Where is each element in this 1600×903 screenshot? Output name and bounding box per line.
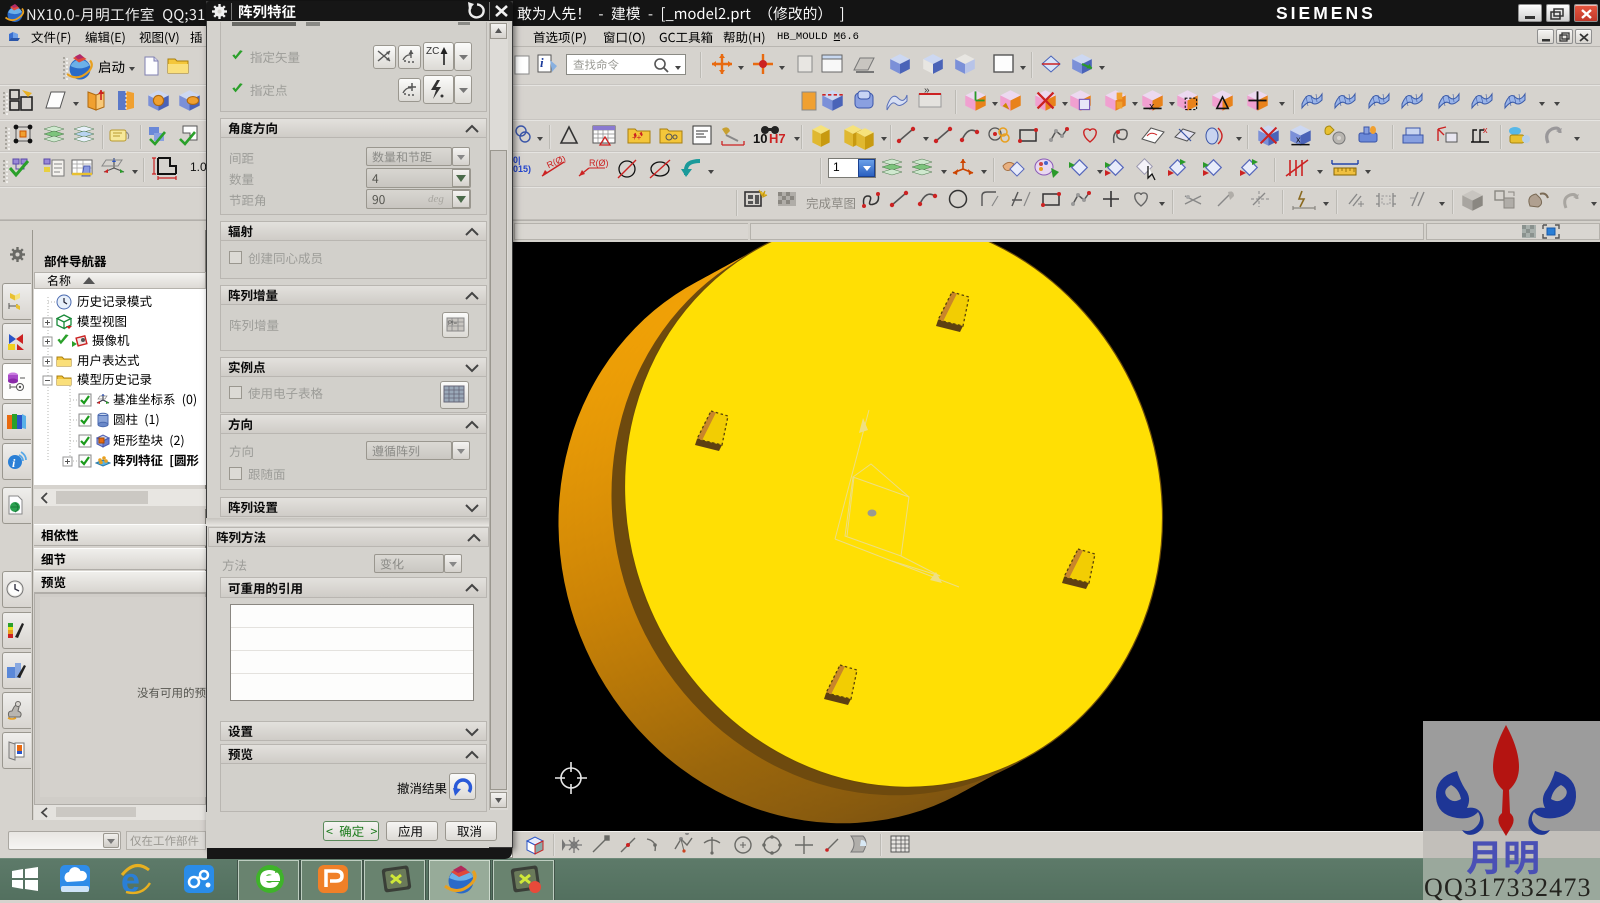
svg-text:R(Ø): R(Ø) xyxy=(545,156,567,170)
svg-text:x: x xyxy=(1483,125,1488,135)
svg-text:x: x xyxy=(1149,102,1154,113)
svg-text:R(Ø): R(Ø) xyxy=(589,158,609,168)
svg-text:P!=: P!= xyxy=(448,321,458,327)
svg-text:i: i xyxy=(540,55,544,70)
svg-text:x: x xyxy=(1296,134,1301,144)
svg-text:»: » xyxy=(924,86,930,96)
svg-text:ZC: ZC xyxy=(426,46,439,57)
svg-text:++: ++ xyxy=(632,133,642,142)
